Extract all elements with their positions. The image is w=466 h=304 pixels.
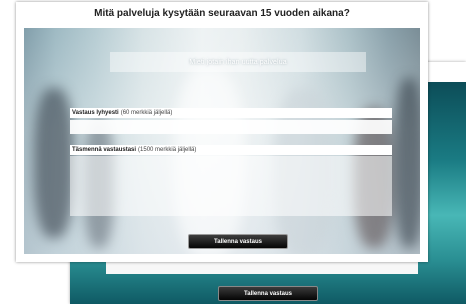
detail-answer-textarea[interactable] xyxy=(70,156,392,216)
short-answer-label: Vastaus lyhyesti (60 merkkiä jäljellä) xyxy=(70,108,392,118)
background-photo: Mieti jotain ihan uutta palvelua Vastaus… xyxy=(24,28,420,254)
detail-answer-char-count: (1500 merkkiä jäljellä) xyxy=(138,147,197,153)
short-answer-input[interactable] xyxy=(70,120,392,134)
detail-answer-label: Täsmennä vastaustasi (1500 merkkiä jälje… xyxy=(70,145,392,155)
blurred-figure xyxy=(34,88,74,238)
save-answer-button[interactable]: Tallenna vastaus xyxy=(188,234,288,249)
background-save-button[interactable]: Tallenna vastaus xyxy=(218,286,318,301)
short-answer-label-text: Vastaus lyhyesti xyxy=(72,110,119,116)
detail-answer-label-text: Täsmennä vastaustasi xyxy=(72,147,137,153)
idea-banner: Mieti jotain ihan uutta palvelua xyxy=(110,52,366,72)
blurred-figure xyxy=(394,78,420,248)
short-answer-char-count: (60 merkkiä jäljellä) xyxy=(120,110,173,116)
question-card: Mitä palveluja kysytään seuraavan 15 vuo… xyxy=(16,2,428,262)
question-title: Mitä palveluja kysytään seuraavan 15 vuo… xyxy=(94,8,350,19)
